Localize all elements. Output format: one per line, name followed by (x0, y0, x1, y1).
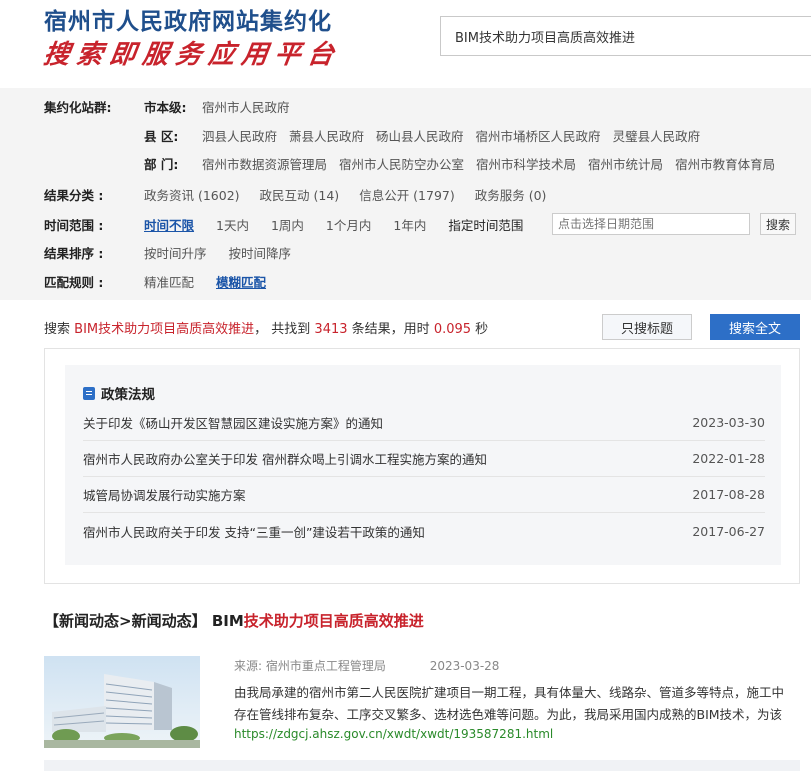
policy-item[interactable]: 城管局协调发展行动实施方案 2017-08-28 (83, 477, 765, 513)
policy-item-title[interactable]: 宿州市人民政府办公室关于印发 宿州群众喝上引调水工程实施方案的通知 (83, 449, 487, 468)
site-title: 宿州市人民政府网站集约化 (44, 8, 332, 35)
time-option[interactable]: 1年内 (393, 215, 426, 234)
search-full-text-button[interactable]: 搜索全文 (710, 314, 800, 340)
category-option[interactable]: 政务服务 (0) (475, 185, 547, 204)
category-option[interactable]: 政务资讯 (1602) (144, 185, 240, 204)
time-option-custom[interactable]: 指定时间范围 (448, 215, 523, 234)
category-options: 政务资讯 (1602) 政民互动 (14) 信息公开 (1797) 政务服务 (… (144, 185, 566, 204)
county-options: 泗县人民政府 萧县人民政府 砀山县人民政府 宿州市埇桥区人民政府 灵璧县人民政府 (202, 126, 712, 145)
dept-option[interactable]: 宿州市科学技术局 (476, 154, 576, 173)
county-option[interactable]: 宿州市埇桥区人民政府 (476, 126, 601, 145)
sort-desc[interactable]: 按时间降序 (229, 243, 292, 262)
dept-option[interactable]: 宿州市数据资源管理局 (202, 154, 327, 173)
hospital-building-image (44, 656, 200, 748)
county-option[interactable]: 砀山县人民政府 (376, 126, 464, 145)
document-icon (83, 386, 95, 400)
result-summary: 搜索 BIM技术助力项目高质高效推进， 共找到 3413 条结果，用时 0.09… (44, 318, 488, 337)
site-subtitle: 搜索即服务应用平台 (41, 40, 343, 70)
news-title-prefix[interactable]: BIM (212, 612, 244, 630)
city-option[interactable]: 宿州市人民政府 (202, 97, 290, 116)
page-header: 宿州市人民政府网站集约化 搜索即服务应用平台 (0, 0, 811, 88)
time-label: 时间范围 : (44, 217, 104, 233)
county-option[interactable]: 萧县人民政府 (289, 126, 364, 145)
site-group-label: 集约化站群: (44, 99, 112, 115)
policy-item[interactable]: 宿州市人民政府关于印发 支持“三重一创”建设若干政策的通知 2017-06-27 (83, 513, 765, 549)
policy-heading: 政策法规 (83, 383, 155, 403)
search-box[interactable] (440, 16, 811, 56)
match-options: 精准匹配 模糊匹配 (144, 272, 278, 291)
summary-sec: 秒 (475, 322, 489, 337)
policy-item-title[interactable]: 宿州市人民政府关于印发 支持“三重一创”建设若干政策的通知 (83, 522, 425, 541)
county-label: 县 区: (144, 128, 179, 144)
result-count: 3413 (314, 322, 348, 337)
policy-item[interactable]: 宿州市人民政府办公室关于印发 宿州群众喝上引调水工程实施方案的通知 2022-0… (83, 441, 765, 477)
category-label: 结果分类 : (44, 187, 104, 203)
dept-option[interactable]: 宿州市统计局 (588, 154, 663, 173)
summary-unit: 条结果，用时 (351, 322, 430, 337)
summary-query: BIM技术助力项目高质高效推进 (74, 322, 255, 337)
policy-box: 政策法规 关于印发《砀山开发区智慧园区建设实施方案》的通知 2023-03-30… (44, 348, 800, 584)
news-result-title[interactable]: 【新闻动态>新闻动态】 BIM技术助力项目高质高效推进 (44, 610, 424, 631)
search-time: 0.095 (433, 322, 472, 337)
dept-options: 宿州市数据资源管理局 宿州市人民防空办公室 宿州市科学技术局 宿州市统计局 宿州… (202, 154, 787, 173)
news-source: 来源: 宿州市重点工程管理局 (234, 659, 386, 673)
time-option[interactable]: 1个月内 (326, 215, 371, 234)
news-category: 【新闻动态>新闻动态】 (44, 612, 207, 630)
match-exact[interactable]: 精准匹配 (144, 272, 194, 291)
news-thumbnail[interactable] (44, 656, 200, 748)
time-option[interactable]: 1天内 (216, 215, 249, 234)
news-description: 由我局承建的宿州市第二人民医院扩建项目一期工程，具有体量大、线路杂、管道多等特点… (234, 685, 785, 722)
dept-label: 部 门: (144, 156, 179, 172)
dept-option[interactable]: 宿州市人民防空办公室 (339, 154, 464, 173)
sort-options: 按时间升序 按时间降序 (144, 243, 303, 262)
city-label: 市本级: (144, 99, 187, 115)
category-option[interactable]: 信息公开 (1797) (359, 185, 455, 204)
policy-list: 政策法规 关于印发《砀山开发区智慧园区建设实施方案》的通知 2023-03-30… (65, 365, 781, 565)
policy-item[interactable]: 关于印发《砀山开发区智慧园区建设实施方案》的通知 2023-03-30 (83, 405, 765, 441)
search-input[interactable] (441, 17, 811, 55)
match-label: 匹配规则 : (44, 274, 104, 290)
news-meta: 来源: 宿州市重点工程管理局 2023-03-28 (234, 657, 499, 674)
county-option[interactable]: 灵璧县人民政府 (613, 126, 701, 145)
sort-asc[interactable]: 按时间升序 (144, 243, 207, 262)
policy-item-date: 2023-03-30 (692, 415, 765, 430)
next-result-strip (44, 760, 800, 771)
policy-item-title[interactable]: 关于印发《砀山开发区智慧园区建设实施方案》的通知 (83, 413, 383, 432)
summary-prefix: 搜索 (44, 322, 71, 337)
filter-panel: 集约化站群: 市本级: 宿州市人民政府 县 区: 泗县人民政府 萧县人民政府 砀… (0, 88, 811, 300)
policy-item-date: 2017-08-28 (692, 487, 765, 502)
time-options: 时间不限 1天内 1周内 1个月内 1年内 指定时间范围 (144, 215, 535, 234)
policy-item-date: 2017-06-27 (692, 523, 765, 539)
time-option-any[interactable]: 时间不限 (144, 215, 194, 234)
match-fuzzy[interactable]: 模糊匹配 (216, 272, 266, 291)
summary-mid: ， 共找到 (254, 322, 311, 337)
policy-heading-text: 政策法规 (101, 387, 155, 403)
news-url[interactable]: https://zdgcj.ahsz.gov.cn/xwdt/xwdt/1935… (234, 727, 553, 741)
search-title-only-button[interactable]: 只搜标题 (602, 314, 692, 340)
date-range-input[interactable] (552, 213, 750, 235)
policy-item-date: 2022-01-28 (692, 451, 765, 466)
county-option[interactable]: 泗县人民政府 (202, 126, 277, 145)
date-search-button[interactable]: 搜索 (760, 213, 796, 235)
city-options: 宿州市人民政府 (202, 97, 302, 116)
category-option[interactable]: 政民互动 (14) (260, 185, 340, 204)
sort-label: 结果排序 : (44, 245, 104, 261)
dept-option[interactable]: 宿州市教育体育局 (675, 154, 775, 173)
policy-item-title[interactable]: 城管局协调发展行动实施方案 (83, 485, 246, 504)
news-date: 2023-03-28 (429, 659, 500, 673)
news-title-highlight[interactable]: 技术助力项目高质高效推进 (244, 612, 424, 630)
time-option[interactable]: 1周内 (271, 215, 304, 234)
